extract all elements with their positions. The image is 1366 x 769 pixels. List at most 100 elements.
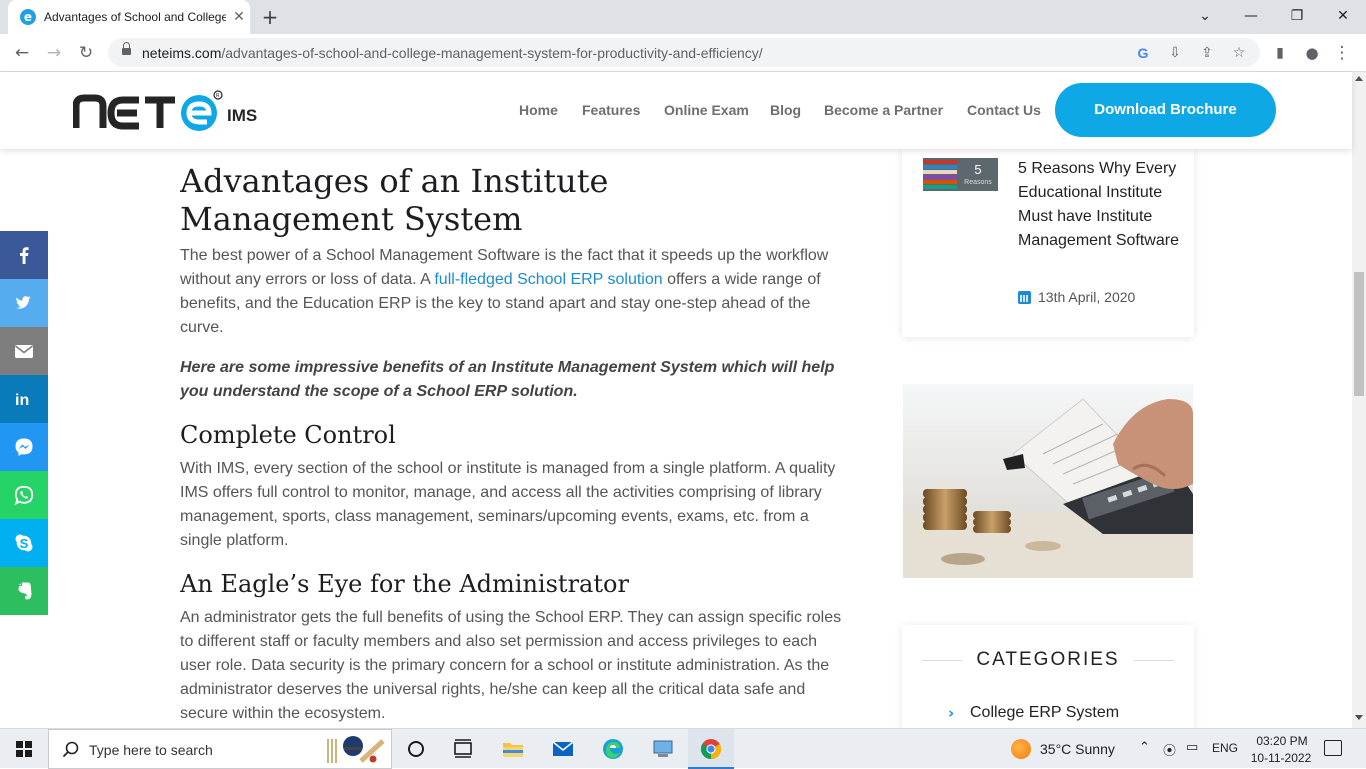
browser-tab[interactable]: e Advantages of School and College Manag…: [8, 0, 250, 34]
file-explorer-button[interactable]: [490, 729, 536, 769]
skype-share-button[interactable]: S: [0, 519, 48, 567]
twitter-share-button[interactable]: [0, 279, 48, 327]
evernote-share-button[interactable]: [0, 567, 48, 615]
browser-toolbar: ← → ↻ neteims.com/advantages-of-school-a…: [0, 34, 1366, 72]
recent-post-title[interactable]: 5 Reasons Why Every Educational Institut…: [1018, 157, 1182, 253]
scroll-up-arrow-icon[interactable]: [1355, 76, 1363, 81]
clock-date[interactable]: 10-11-2022: [1246, 751, 1316, 765]
url-host: neteims.com: [142, 45, 222, 61]
back-arrow-icon[interactable]: ←: [10, 41, 34, 65]
url-text[interactable]: neteims.com/advantages-of-school-and-col…: [142, 45, 763, 61]
heading-rule-right: [1134, 660, 1174, 661]
chrome-button[interactable]: [688, 729, 734, 769]
new-tab-icon[interactable]: +: [258, 5, 282, 29]
bookmark-star-icon[interactable]: ☆: [1228, 42, 1250, 64]
logo-ims-text: IMS: [227, 106, 257, 125]
whatsapp-share-button[interactable]: [0, 471, 48, 519]
linkedin-icon: in: [15, 392, 29, 409]
whatsapp-icon: [14, 485, 34, 505]
nete-ims-logo[interactable]: R IMS: [73, 86, 263, 136]
site-favicon-icon: e: [20, 9, 36, 25]
edge-icon: [603, 739, 623, 759]
clock-time[interactable]: 03:20 PM: [1252, 734, 1312, 748]
profile-avatar-icon[interactable]: ●: [1300, 41, 1324, 65]
nav-home[interactable]: Home: [519, 102, 558, 118]
browser-tab-bar: e Advantages of School and College Manag…: [0, 0, 1366, 34]
post-thumbnail[interactable]: 5 Reasons: [923, 158, 998, 191]
tab-search-chevron-icon[interactable]: ⌄: [1191, 4, 1219, 28]
browser-menu-icon[interactable]: ⋮: [1330, 41, 1354, 65]
school-erp-link[interactable]: full-fledged School ERP solution: [434, 271, 662, 288]
nav-become-partner[interactable]: Become a Partner: [824, 102, 943, 118]
mail-icon: [552, 741, 574, 756]
nav-blog[interactable]: Blog: [770, 102, 801, 118]
mail-button[interactable]: [540, 729, 586, 769]
facebook-icon: [20, 247, 29, 264]
show-hidden-icons-chevron-icon[interactable]: ⌃: [1139, 740, 1150, 755]
task-view-icon: [454, 739, 472, 758]
eagle-eye-heading: An Eagle’s Eye for the Administrator: [180, 570, 629, 598]
network-icon[interactable]: ⦿: [1163, 740, 1176, 759]
messenger-share-button[interactable]: [0, 423, 48, 471]
google-translate-icon[interactable]: G: [1132, 42, 1154, 64]
reload-icon[interactable]: ↻: [74, 41, 98, 65]
recent-post-date: 13th April, 2020: [1038, 289, 1136, 305]
linkedin-share-button[interactable]: in: [0, 375, 48, 423]
edge-browser-button[interactable]: [590, 729, 636, 769]
lead-paragraph: Here are some impressive benefits of an …: [180, 359, 835, 400]
tab-title: Advantages of School and College Managem…: [44, 10, 226, 24]
messenger-icon: [15, 438, 33, 456]
twitter-icon: [16, 296, 31, 309]
cricket-doodle-icon: [327, 736, 385, 763]
this-pc-button[interactable]: [640, 729, 686, 769]
chrome-icon: [700, 739, 722, 760]
article-body: Advantages of an Institute Management Sy…: [180, 149, 860, 728]
intro-paragraph: The best power of a School Management So…: [180, 244, 850, 340]
windows-start-icon[interactable]: [0, 729, 48, 769]
share-icon[interactable]: ⇪: [1196, 42, 1218, 64]
weather-text[interactable]: 35°C Sunny: [1040, 741, 1115, 757]
finance-calculator-image[interactable]: [903, 384, 1193, 578]
nav-contact-us[interactable]: Contact Us: [967, 102, 1041, 118]
svg-text:S: S: [20, 536, 29, 551]
restore-icon[interactable]: ❐: [1283, 4, 1311, 28]
close-tab-icon[interactable]: ✕: [230, 8, 248, 26]
email-share-button[interactable]: [0, 327, 48, 375]
taskbar-search-box[interactable]: Type here to search: [48, 729, 392, 769]
forward-arrow-icon[interactable]: →: [42, 41, 66, 65]
url-path: /advantages-of-school-and-college-manage…: [221, 45, 763, 61]
task-view-button[interactable]: [393, 729, 439, 769]
calendar-icon: [1018, 291, 1031, 304]
complete-control-heading: Complete Control: [180, 421, 396, 449]
address-bar[interactable]: neteims.com/advantages-of-school-and-col…: [108, 38, 1260, 67]
post-thumb-number: 5: [974, 162, 981, 177]
page-scrollbar[interactable]: [1352, 72, 1366, 728]
post-thumb-label: Reasons: [964, 179, 992, 186]
lock-icon[interactable]: [122, 42, 131, 58]
search-icon: [62, 741, 79, 758]
svg-text:in: in: [15, 392, 29, 409]
category-college-erp[interactable]: College ERP System: [970, 704, 1119, 722]
side-panel-icon[interactable]: ▮: [1268, 41, 1292, 65]
nav-features[interactable]: Features: [582, 102, 640, 118]
nav-online-exam[interactable]: Online Exam: [664, 102, 749, 118]
complete-control-paragraph: With IMS, every section of the school or…: [180, 460, 836, 549]
window-close-icon[interactable]: ✕: [1329, 4, 1357, 28]
recent-post-card: 5 Reasons 5 Reasons Why Every Educationa…: [902, 149, 1194, 337]
cortana-ring-icon: [408, 741, 424, 757]
chevron-right-icon: ›: [948, 704, 955, 722]
language-indicator[interactable]: ENG: [1212, 741, 1238, 755]
download-brochure-button[interactable]: Download Brochure: [1055, 83, 1276, 137]
facebook-share-button[interactable]: [0, 231, 48, 279]
battery-icon[interactable]: ▭: [1186, 740, 1198, 755]
weather-sun-icon[interactable]: [1011, 739, 1031, 759]
scroll-down-arrow-icon[interactable]: [1355, 715, 1363, 720]
minimize-icon[interactable]: —: [1237, 4, 1265, 28]
task-view-icon-button[interactable]: [440, 729, 486, 769]
notification-center-icon[interactable]: [1324, 740, 1342, 756]
categories-card: CATEGORIES › College ERP System: [902, 625, 1194, 735]
install-app-icon[interactable]: ⇩: [1164, 42, 1186, 64]
windows-taskbar: Type here to search 35°C Sunny ⌃ ⦿ ▭ ENG…: [0, 728, 1366, 769]
taskbar-search-placeholder: Type here to search: [89, 742, 213, 758]
scroll-thumb[interactable]: [1354, 272, 1364, 396]
